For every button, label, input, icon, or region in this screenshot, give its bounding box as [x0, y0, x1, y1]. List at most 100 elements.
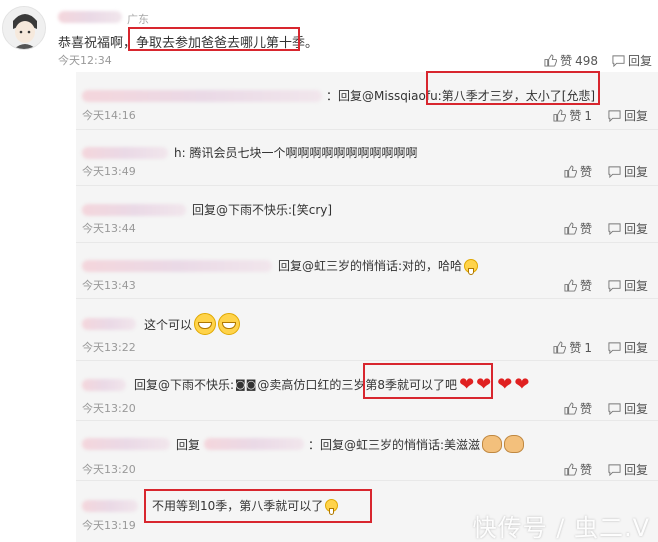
highlight-box — [363, 363, 493, 399]
reply-time: 今天13:20 — [82, 402, 136, 415]
avatar[interactable] — [2, 6, 46, 50]
heart-icon: ❤ — [514, 374, 530, 395]
comment-icon — [608, 464, 621, 476]
silhouette-icon: ◙◙ — [235, 378, 257, 391]
reply-button[interactable]: 回复 — [608, 277, 648, 294]
username-blurred[interactable] — [82, 259, 272, 272]
reply-item: 回复 ：回复@虹三岁的悄悄话:美滋滋 今天13:20 赞 回复 — [76, 421, 658, 481]
comment-icon — [608, 166, 621, 178]
reply-text: 这个可以 — [82, 313, 241, 335]
reply-label: 回复 — [623, 341, 648, 355]
reply-time: 今天14:16 — [82, 109, 136, 122]
grin-emoji-icon — [464, 258, 479, 275]
reply-label: 回复 — [623, 402, 648, 416]
reply-button[interactable]: 回复 — [608, 461, 648, 478]
reply-text: 回复 ：回复@虹三岁的悄悄话:美滋滋 — [82, 435, 525, 453]
comment-actions: 赞 498 回复 — [544, 52, 652, 69]
like-label: 赞 — [579, 279, 592, 293]
reply-mention[interactable]: 回复@下雨不快乐: — [134, 376, 234, 393]
reply-button[interactable]: 回复 — [608, 163, 648, 180]
reply-actions: 赞 回复 — [564, 461, 648, 478]
like-button[interactable]: 赞 — [564, 163, 592, 180]
reply-content: 回复@虹三岁的悄悄话:对的，哈哈 — [278, 259, 463, 273]
like-count: 1 — [584, 340, 592, 355]
thumbs-up-icon — [564, 279, 577, 292]
reply-button[interactable]: 回复 — [608, 400, 648, 417]
comment-icon — [608, 403, 621, 415]
cat-emoji-icon — [482, 435, 503, 453]
reply-content: h: 腾讯会员七块一个啊啊啊啊啊啊啊啊啊啊啊 — [174, 146, 418, 160]
like-label: 赞 — [569, 341, 582, 355]
thumbs-up-icon — [544, 54, 558, 67]
reply-item: 回复@下雨不快乐:[笑cry] 今天13:44 赞 回复 — [76, 186, 658, 243]
reply-label: 回复 — [623, 109, 648, 123]
like-button[interactable]: 赞1 — [553, 339, 592, 356]
like-button[interactable]: 赞 — [564, 277, 592, 294]
like-count: 498 — [575, 53, 598, 68]
username-blurred[interactable] — [82, 89, 322, 102]
reply-text: 回复@虹三岁的悄悄话:对的，哈哈 — [82, 257, 479, 275]
reply-mention-2[interactable]: @卖高仿口红的三岁 — [257, 376, 365, 393]
reply-mention[interactable]: ：回复@Missqiaofu: — [326, 87, 442, 104]
main-comment: 广东 恭喜祝福啊，争取去参加爸爸去哪儿第十季。 今天12:34 赞 498 回复 — [0, 0, 658, 72]
reply-mention[interactable]: ：回复@虹三岁的悄悄话:美滋滋 — [308, 436, 480, 453]
thumbs-up-icon — [553, 341, 567, 354]
reply-content: 回复@下雨不快乐:[笑cry] — [192, 203, 333, 217]
reply-actions: 赞1 回复 — [553, 339, 648, 356]
like-button[interactable]: 赞 — [564, 400, 592, 417]
reply-time: 今天13:20 — [82, 463, 136, 476]
username-blurred[interactable] — [82, 318, 136, 330]
cat-emoji-icon — [504, 435, 525, 453]
username-blurred[interactable] — [82, 499, 138, 512]
comment-icon — [608, 223, 621, 235]
reply-time: 今天13:19 — [82, 519, 136, 532]
reply-label: 回复 — [623, 279, 648, 293]
like-button[interactable]: 赞 498 — [544, 52, 598, 69]
like-label: 赞 — [569, 109, 582, 123]
like-button[interactable]: 赞1 — [553, 107, 592, 124]
thumbs-up-icon — [564, 222, 577, 235]
reply-item: 这个可以 今天13:22 赞1 回复 — [76, 299, 658, 361]
reply-item: h: 腾讯会员七块一个啊啊啊啊啊啊啊啊啊啊啊 今天13:49 赞 回复 — [76, 130, 658, 186]
reply-content: 这个可以 — [144, 317, 193, 332]
reply-actions: 赞1 回复 — [553, 107, 648, 124]
reply-actions: 赞 回复 — [564, 220, 648, 237]
location-label: 广东 — [127, 13, 149, 26]
comment-icon — [608, 342, 621, 354]
reply-button[interactable]: 回复 — [608, 220, 648, 237]
like-button[interactable]: 赞 — [564, 220, 592, 237]
username-blurred[interactable] — [82, 203, 186, 216]
like-label: 赞 — [579, 222, 592, 236]
reply-time: 今天13:43 — [82, 279, 136, 292]
reply-actions: 赞 回复 — [564, 277, 648, 294]
like-label: 赞 — [579, 463, 592, 477]
reply-button[interactable]: 回复 — [608, 107, 648, 124]
username-blurred[interactable] — [82, 146, 168, 159]
reply-button[interactable]: 回复 — [612, 52, 652, 69]
reply-label: 回复 — [623, 165, 648, 179]
comment-text-start: 恭喜祝福啊， — [58, 36, 137, 51]
reply-actions: 赞 回复 — [564, 400, 648, 417]
highlight-box — [426, 71, 600, 105]
comment-icon — [608, 110, 621, 122]
username-blurred[interactable] — [82, 438, 170, 450]
username-blurred[interactable] — [58, 11, 122, 23]
reply-time: 今天13:49 — [82, 165, 136, 178]
reply-item: 回复@虹三岁的悄悄话:对的，哈哈 今天13:43 赞 回复 — [76, 243, 658, 299]
highlight-box — [144, 489, 372, 523]
mention-blurred[interactable] — [204, 438, 305, 450]
like-button[interactable]: 赞 — [564, 461, 592, 478]
thumbs-up-icon — [564, 402, 577, 415]
watermark: 快传号 / 虫二.V — [472, 514, 650, 542]
username-blurred[interactable] — [82, 378, 126, 391]
thumbs-up-icon — [564, 463, 577, 476]
reply-panel: ：回复@Missqiaofu: 第八季才三岁，太小了[允悲] 今天14:16 赞… — [76, 72, 658, 542]
reply-time: 今天13:22 — [82, 341, 136, 354]
reply-button[interactable]: 回复 — [608, 339, 648, 356]
highlight-box — [128, 27, 300, 51]
reply-text: h: 腾讯会员七块一个啊啊啊啊啊啊啊啊啊啊啊 — [82, 144, 417, 161]
thumbs-up-icon — [564, 165, 577, 178]
reply-text: 回复@下雨不快乐:[笑cry] — [82, 201, 332, 218]
comment-icon — [612, 55, 625, 67]
heart-icon: ❤ — [497, 374, 513, 395]
